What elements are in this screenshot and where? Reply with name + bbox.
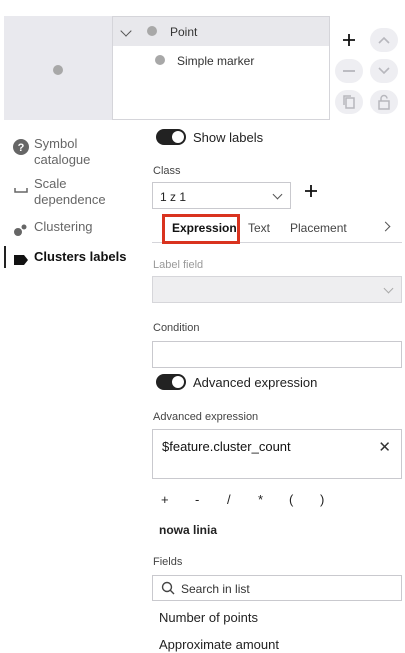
operator-plus-button[interactable]: +: [161, 492, 169, 507]
nav-clusters-labels[interactable]: Clusters labels: [12, 249, 127, 269]
nav-label: Clustering: [34, 219, 93, 234]
nav-symbol-catalogue[interactable]: ? Symbol catalogue: [12, 136, 106, 168]
chevron-down-icon: [272, 189, 283, 200]
tree-item-point[interactable]: Point: [113, 17, 329, 46]
svg-text:?: ?: [18, 142, 25, 154]
add-layer-button[interactable]: [335, 28, 363, 52]
nav-label: Scale dependence: [34, 176, 106, 207]
chevron-up-icon: [378, 36, 390, 44]
preview-marker: [53, 65, 63, 75]
nav-clustering[interactable]: Clustering: [12, 219, 93, 239]
symbol-preview: [4, 16, 112, 120]
clear-icon[interactable]: ✕: [378, 438, 391, 456]
symbol-tree: Point Simple marker: [112, 16, 330, 120]
remove-layer-button[interactable]: [335, 59, 363, 83]
point-dot-icon: [147, 26, 157, 36]
label-tag-icon: [14, 255, 28, 265]
nav-label: Clusters labels: [34, 249, 127, 264]
advanced-expression-label: Advanced expression: [153, 411, 259, 423]
condition-input[interactable]: [152, 341, 402, 368]
duplicate-layer-button[interactable]: [335, 90, 363, 114]
marker-dot-icon: [155, 55, 165, 65]
field-item[interactable]: Approximate amount: [159, 637, 279, 652]
advanced-expression-toggle-label: Advanced expression: [193, 374, 318, 390]
lock-layer-button[interactable]: [370, 90, 398, 114]
show-labels-toggle[interactable]: [156, 129, 186, 145]
chevron-down-icon: [383, 283, 394, 294]
plus-icon: [343, 34, 355, 46]
lock-icon: [378, 94, 390, 110]
tab-highlight-box: [162, 214, 240, 244]
advanced-expression-toggle[interactable]: [156, 374, 186, 390]
active-indicator: [4, 246, 6, 268]
move-down-button[interactable]: [370, 59, 398, 83]
fields-search-input[interactable]: Search in list: [152, 575, 402, 601]
minus-icon: [343, 70, 355, 72]
tab-placement[interactable]: Placement: [290, 221, 347, 235]
help-circle-icon: ?: [13, 139, 29, 155]
add-class-button[interactable]: [304, 180, 318, 202]
nav-scale-dependence[interactable]: Scale dependence: [12, 176, 114, 208]
chevron-down-icon[interactable]: [120, 25, 132, 37]
operator-open-paren-button[interactable]: (: [289, 492, 293, 507]
tree-item-label: Point: [170, 25, 198, 39]
show-labels-row: Show labels: [156, 129, 263, 145]
nav-label: Symbol catalogue: [34, 136, 91, 167]
class-label: Class: [153, 165, 181, 177]
chevron-down-icon: [378, 67, 390, 75]
class-select[interactable]: 1 z 1: [152, 182, 291, 209]
advanced-expression-row: Advanced expression: [156, 374, 317, 390]
advanced-expression-input[interactable]: $feature.cluster_count ✕: [152, 429, 402, 479]
scale-icon: [14, 188, 28, 193]
fields-label: Fields: [153, 556, 183, 568]
field-item[interactable]: Number of points: [159, 610, 258, 625]
plus-icon: [305, 185, 317, 197]
expression-text: $feature.cluster_count: [162, 439, 291, 454]
search-icon: [161, 581, 175, 595]
operator-multiply-button[interactable]: *: [258, 492, 263, 507]
operator-divide-button[interactable]: /: [227, 492, 231, 507]
condition-label: Condition: [153, 322, 200, 334]
copy-icon: [343, 95, 355, 109]
new-line-button[interactable]: nowa linia: [159, 523, 217, 537]
search-placeholder: Search in list: [181, 582, 250, 596]
class-value: 1 z 1: [160, 190, 187, 204]
label-field-select[interactable]: [152, 276, 402, 303]
clustering-icon: [14, 224, 27, 236]
move-up-button[interactable]: [370, 28, 398, 52]
tree-item-simple-marker[interactable]: Simple marker: [113, 46, 329, 75]
show-labels-label: Show labels: [193, 129, 264, 145]
operator-close-paren-button[interactable]: ): [320, 492, 324, 507]
tab-text[interactable]: Text: [248, 221, 270, 235]
label-field-label: Label field: [153, 259, 204, 271]
operator-minus-button[interactable]: -: [195, 492, 199, 507]
tree-item-label: Simple marker: [177, 54, 255, 68]
